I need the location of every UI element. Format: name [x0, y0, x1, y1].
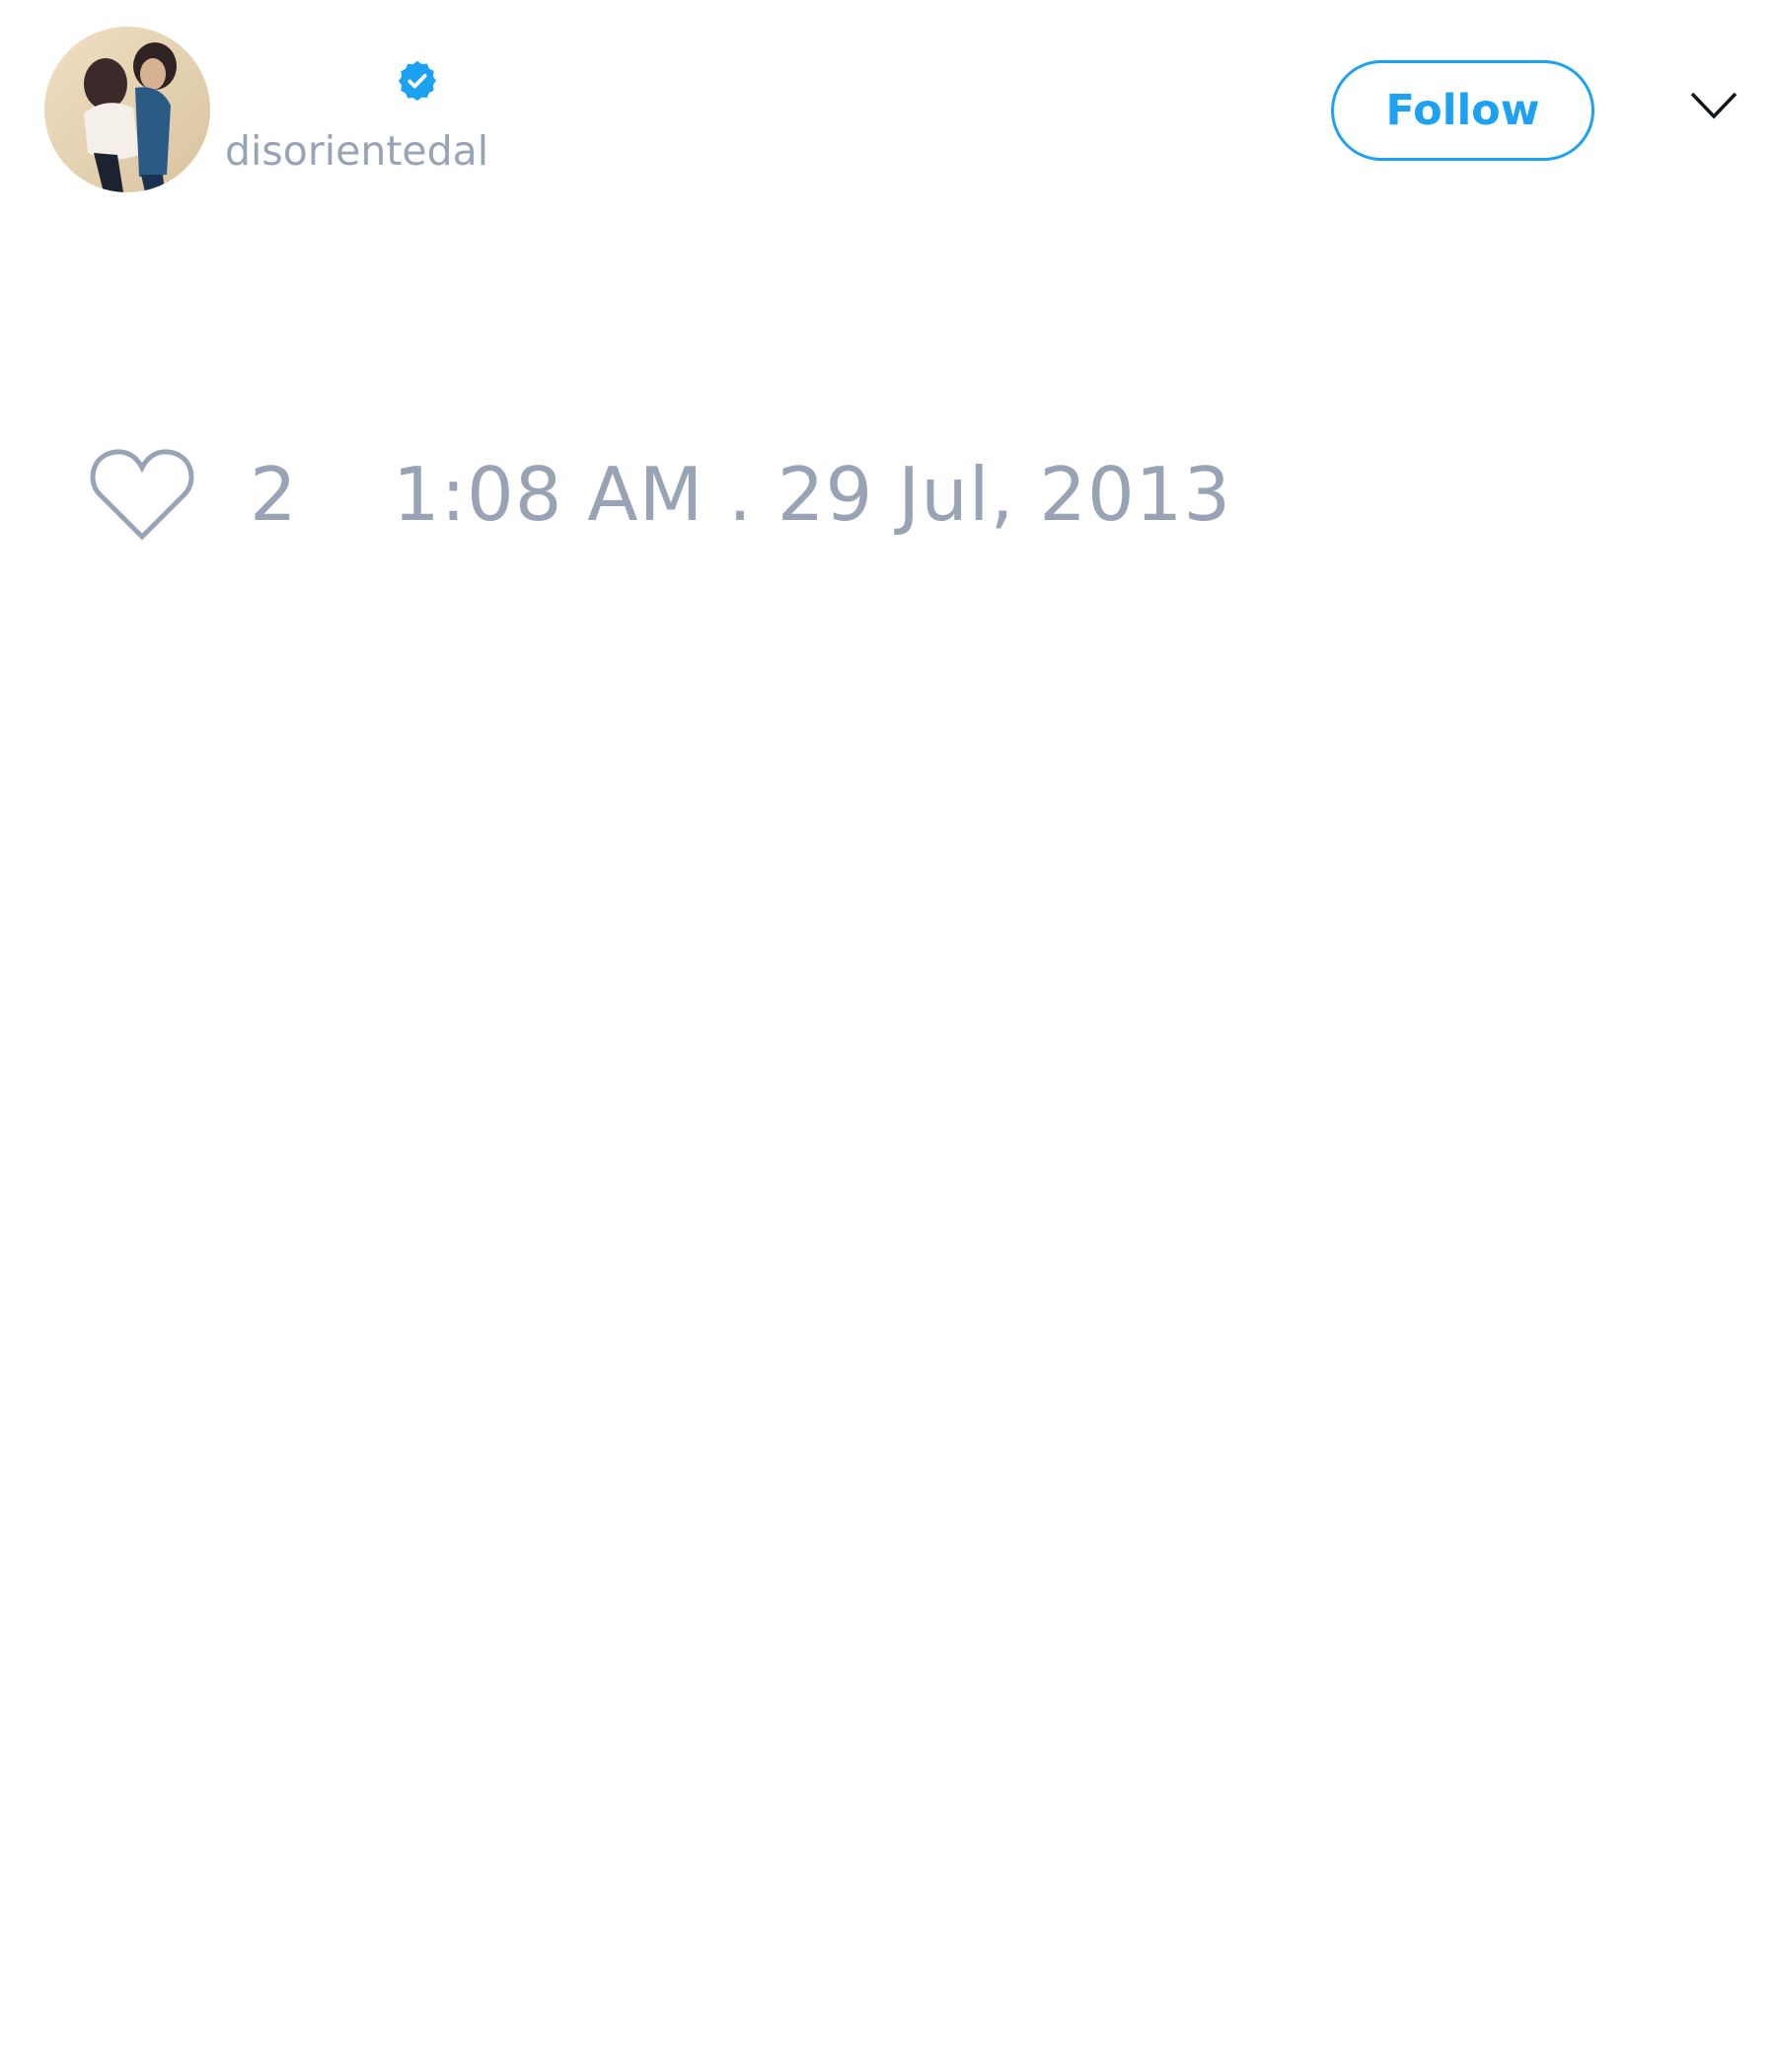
- avatar[interactable]: [44, 27, 210, 192]
- follow-button[interactable]: Follow: [1331, 60, 1594, 161]
- chevron-down-icon[interactable]: [1689, 90, 1739, 121]
- heart-icon[interactable]: [89, 446, 195, 543]
- verified-badge-icon: [399, 60, 436, 102]
- author-handle[interactable]: disorientedal: [225, 125, 488, 177]
- like-count: 2: [250, 451, 297, 538]
- tweet-timestamp[interactable]: 1:08 AM . 29 Jul, 2013: [393, 452, 1231, 537]
